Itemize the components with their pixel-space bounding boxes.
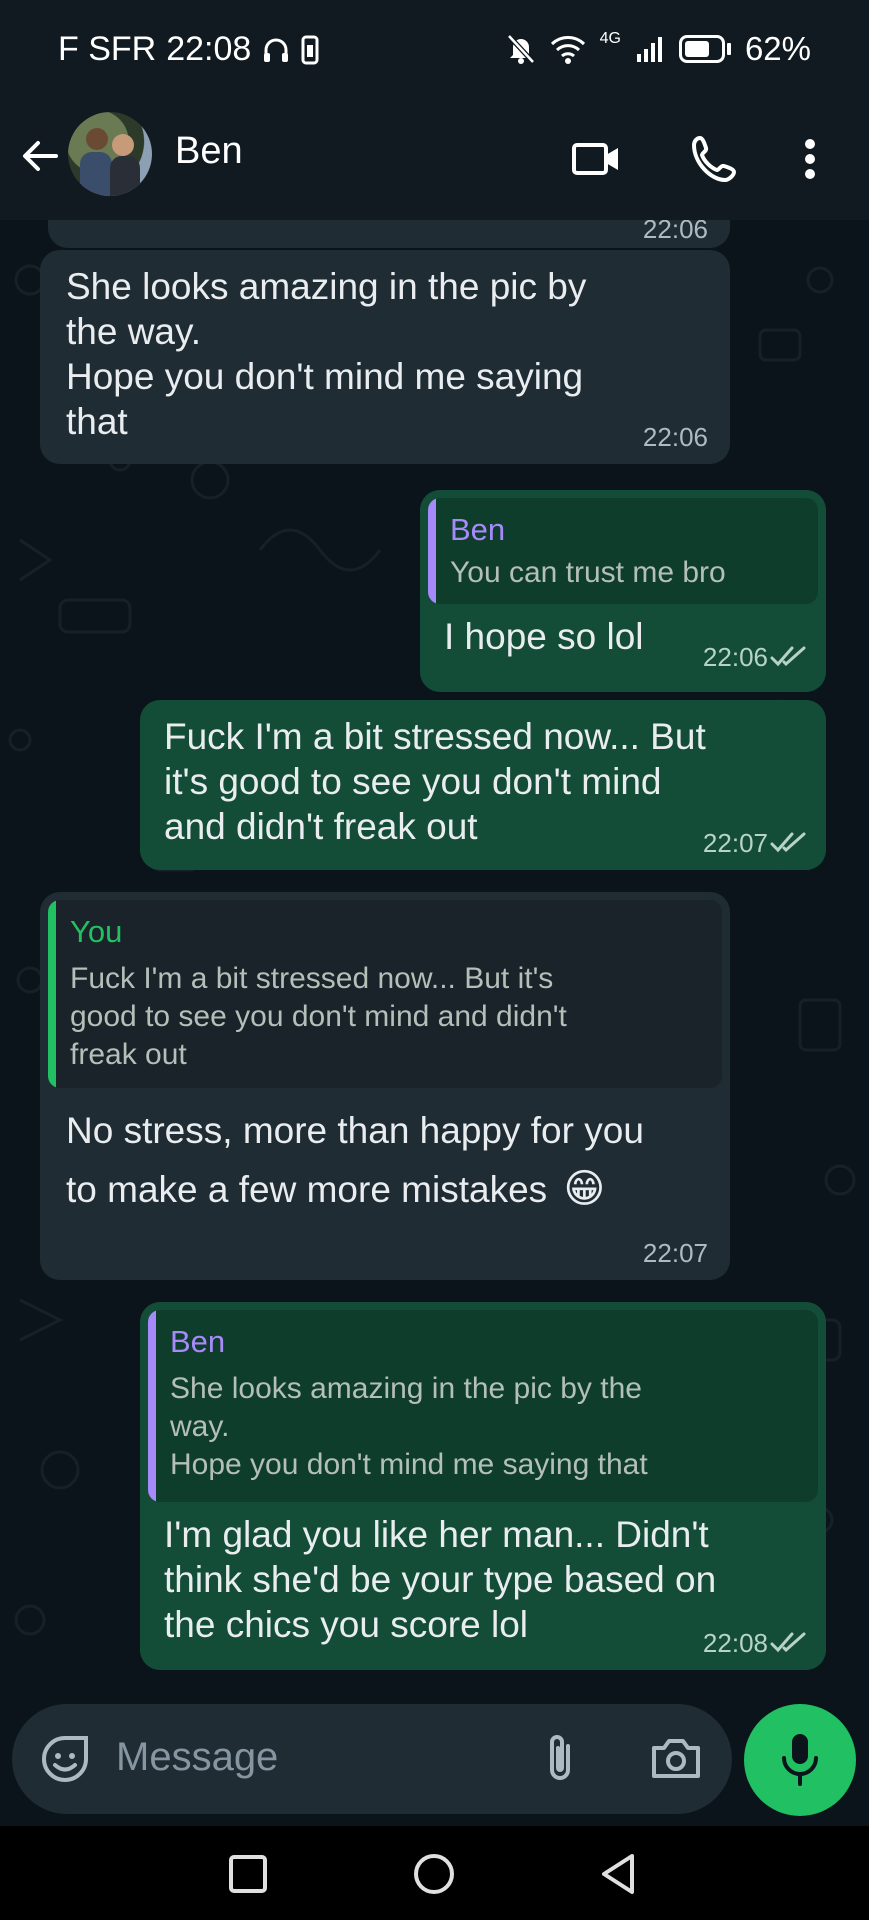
- message-line: Hope you don't mind me saying: [66, 356, 584, 397]
- mic-button[interactable]: [744, 1704, 856, 1816]
- recents-icon[interactable]: [228, 1854, 268, 1894]
- more-options-icon[interactable]: [790, 132, 830, 186]
- read-ticks-icon: [770, 832, 806, 853]
- message-line: and didn't freak out: [164, 806, 478, 847]
- quote-author: Ben: [170, 1324, 226, 1359]
- message-line: the way.: [66, 311, 202, 352]
- quote-line: good to see you don't mind and didn't: [70, 1000, 567, 1033]
- quote-line: freak out: [70, 1038, 187, 1071]
- message-line: She looks amazing in the pic by: [66, 266, 587, 307]
- avatar-body-1: [80, 152, 112, 196]
- message-line: No stress, more than happy for you: [66, 1110, 644, 1151]
- home-icon[interactable]: [412, 1852, 456, 1896]
- quote-text: You can trust me bro: [450, 554, 726, 592]
- bell-muted-icon: [506, 34, 535, 64]
- message-line-text: to make a few more mistakes: [66, 1169, 548, 1210]
- avatar-person-2: [112, 134, 134, 156]
- message-time: 22:07: [702, 828, 768, 858]
- status-right: 4G 62%: [506, 30, 811, 68]
- message-bubble-incoming[interactable]: She looks amazing in the pic by the way.…: [40, 250, 730, 464]
- quote-text: She looks amazing in the pic by the way.…: [170, 1370, 648, 1484]
- message-time: 22:06: [702, 642, 768, 672]
- quote-author: You: [70, 914, 123, 949]
- message-input[interactable]: Message: [116, 1735, 278, 1780]
- message-time: 22:06: [642, 422, 708, 452]
- quote-line: Fuck I'm a bit stressed now... But it's: [70, 962, 554, 995]
- network-type: 4G: [599, 30, 621, 47]
- wifi-icon: [550, 36, 585, 64]
- message-bubble-outgoing[interactable]: Ben She looks amazing in the pic by the …: [140, 1302, 826, 1670]
- quote-line: Hope you don't mind me saying that: [170, 1448, 648, 1481]
- read-ticks-icon: [770, 646, 806, 667]
- quote-author: Ben: [450, 512, 506, 547]
- message-bubble-outgoing[interactable]: Ben You can trust me bro I hope so lol 2…: [420, 490, 826, 692]
- avatar-body-2: [110, 156, 140, 196]
- status-left: F SFR 22:08: [58, 30, 319, 69]
- message-line: it's good to see you don't mind: [164, 761, 662, 802]
- message-line: Fuck I'm a bit stressed now... But: [164, 716, 706, 757]
- battery-level: 62%: [744, 30, 811, 67]
- quote-line: You can trust me bro: [450, 556, 726, 589]
- message-text: Fuck I'm a bit stressed now... But it's …: [164, 714, 706, 849]
- message-text: I hope so lol: [444, 614, 644, 659]
- quote-bar: [48, 900, 56, 1088]
- message-line: I hope so lol: [444, 616, 644, 657]
- message-line: to make a few more mistakes 😁: [66, 1160, 644, 1219]
- message-time: 22:08: [702, 1628, 768, 1658]
- headset-icon: [264, 38, 289, 62]
- message-bubble-incoming[interactable]: You Fuck I'm a bit stressed now... But i…: [40, 892, 730, 1280]
- avatar[interactable]: [68, 112, 152, 196]
- quote-bar: [428, 498, 436, 604]
- signal-icon: [636, 37, 662, 62]
- message-bubble-outgoing[interactable]: Fuck I'm a bit stressed now... But it's …: [140, 700, 826, 870]
- quoted-message[interactable]: Ben She looks amazing in the pic by the …: [148, 1310, 818, 1502]
- message-text: I'm glad you like her man... Didn't thin…: [164, 1512, 716, 1647]
- battery-tip: [726, 43, 731, 55]
- sticker-icon[interactable]: [40, 1734, 90, 1784]
- message-time: 22:06: [642, 220, 708, 244]
- message-text: She looks amazing in the pic by the way.…: [66, 264, 586, 444]
- message-line: the chics you score lol: [164, 1604, 529, 1645]
- scrolled-message-bubble[interactable]: 22:06: [48, 220, 730, 248]
- message-line: think she'd be your type based on: [164, 1559, 717, 1600]
- chat-area[interactable]: 22:06 She looks amazing in the pic by th…: [0, 220, 869, 1690]
- quote-bar: [148, 1310, 156, 1502]
- quoted-message[interactable]: You Fuck I'm a bit stressed now... But i…: [48, 900, 722, 1088]
- quote-line: She looks amazing in the pic by the: [170, 1372, 642, 1405]
- mic-icon: [782, 1734, 818, 1786]
- quoted-message[interactable]: Ben You can trust me bro: [428, 498, 818, 604]
- message-line: that: [66, 401, 128, 442]
- read-ticks-icon: [770, 1632, 806, 1653]
- camera-icon[interactable]: [650, 1734, 702, 1782]
- message-composer[interactable]: Message: [12, 1704, 732, 1814]
- quote-text: Fuck I'm a bit stressed now... But it's …: [70, 960, 567, 1074]
- battery-icon: [678, 35, 725, 63]
- back-arrow-icon[interactable]: [16, 132, 64, 180]
- nav-back-icon[interactable]: [598, 1852, 638, 1896]
- grinning-emoji-icon: 😁: [563, 1167, 606, 1211]
- message-time: 22:07: [642, 1238, 708, 1268]
- quote-line: way.: [170, 1410, 230, 1443]
- phone-notif-icon: [301, 35, 319, 64]
- attach-icon[interactable]: [540, 1732, 580, 1786]
- message-line: I'm glad you like her man... Didn't: [164, 1514, 709, 1555]
- carrier-label: F SFR: [58, 30, 157, 68]
- clock: 22:08: [166, 30, 252, 68]
- chat-header: Ben: [0, 100, 869, 220]
- status-bar: F SFR 22:08 4G 62%: [0, 0, 869, 100]
- video-call-icon[interactable]: [570, 132, 624, 186]
- system-nav-bar: [0, 1826, 869, 1920]
- voice-call-icon[interactable]: [688, 132, 742, 186]
- message-text: No stress, more than happy for you to ma…: [66, 1102, 644, 1219]
- avatar-person-1: [86, 128, 108, 150]
- contact-name[interactable]: Ben: [175, 130, 243, 173]
